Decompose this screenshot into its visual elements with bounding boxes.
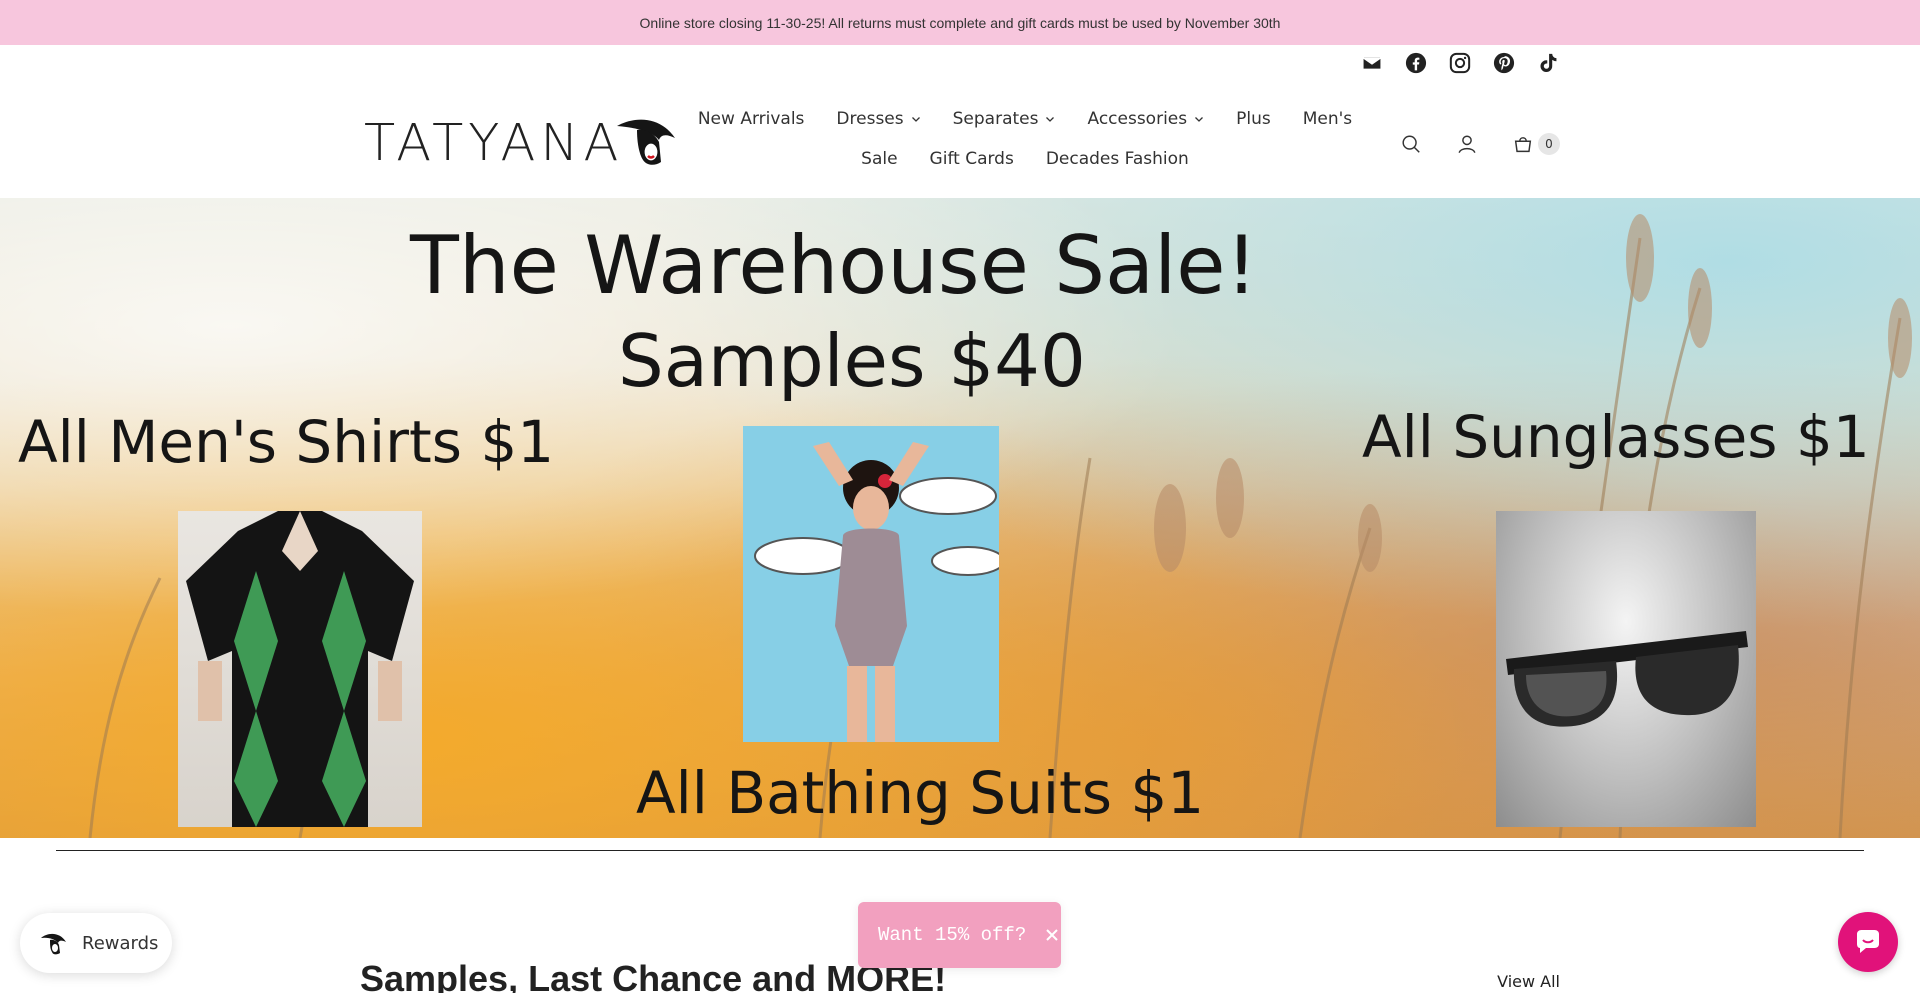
bathing-suit-image: [743, 426, 999, 742]
pinterest-icon[interactable]: [1493, 52, 1515, 74]
search-icon[interactable]: [1398, 131, 1424, 157]
nav-item-dresses[interactable]: Dresses: [820, 109, 936, 129]
brand-name: TATYANA: [364, 113, 624, 173]
header-actions: 0: [1398, 131, 1560, 157]
nav-item-accessories[interactable]: Accessories: [1071, 109, 1220, 129]
facebook-icon[interactable]: [1405, 52, 1427, 74]
rewards-label: Rewards: [82, 932, 159, 954]
hero-subheadline: Samples $40: [618, 319, 1086, 403]
view-all-link[interactable]: View All: [1497, 972, 1560, 991]
chat-icon: [1857, 930, 1879, 953]
chevron-down-icon: [1046, 117, 1055, 122]
hero-label-bathing-suits: All Bathing Suits $1: [636, 759, 1205, 827]
discount-popup[interactable]: Want 15% off?: [858, 902, 1061, 968]
rewards-logo-icon: [41, 933, 66, 955]
cart-count-badge: 0: [1538, 133, 1560, 155]
nav-row-primary: New Arrivals Dresses Separates Accessori…: [698, 99, 1352, 139]
nav-item-mens[interactable]: Men's: [1287, 109, 1368, 129]
section-divider: [56, 850, 1864, 851]
nav-item-plus[interactable]: Plus: [1220, 109, 1287, 129]
cart-icon[interactable]: [1510, 131, 1536, 157]
discount-popup-text: Want 15% off?: [878, 924, 1027, 946]
announcement-text: Online store closing 11-30-25! All retur…: [639, 14, 1281, 31]
tiktok-icon[interactable]: [1537, 52, 1559, 74]
hero-label-sunglasses: All Sunglasses $1: [1362, 403, 1870, 471]
mail-icon[interactable]: [1361, 52, 1383, 74]
nav-item-gift-cards[interactable]: Gift Cards: [914, 149, 1030, 169]
sunglasses-image: [1496, 511, 1756, 827]
rewards-launcher[interactable]: Rewards: [20, 913, 172, 973]
nav-item-sale[interactable]: Sale: [845, 149, 913, 169]
account-icon[interactable]: [1454, 131, 1480, 157]
nav-item-new-arrivals[interactable]: New Arrivals: [682, 109, 821, 129]
chevron-down-icon: [1195, 117, 1204, 122]
instagram-icon[interactable]: [1449, 52, 1471, 74]
logo-hat-icon: [617, 119, 676, 165]
social-links: [1361, 52, 1559, 74]
hero-label-mens-shirts: All Men's Shirts $1: [18, 408, 555, 476]
chat-button[interactable]: [1838, 912, 1898, 972]
close-icon[interactable]: [1044, 927, 1060, 943]
mens-shirt-image: [178, 511, 422, 827]
hero-banner[interactable]: The Warehouse Sale! Samples $40 All Men'…: [0, 198, 1920, 838]
nav-row-secondary: Sale Gift Cards Decades Fashion: [700, 139, 1350, 179]
announcement-bar: Online store closing 11-30-25! All retur…: [0, 0, 1920, 45]
brand-logo[interactable]: TATYANA: [364, 116, 677, 170]
main-nav: New Arrivals Dresses Separates Accessori…: [698, 99, 1352, 179]
chevron-down-icon: [911, 117, 920, 122]
nav-item-decades-fashion[interactable]: Decades Fashion: [1030, 149, 1205, 169]
hero-headline: The Warehouse Sale!: [410, 219, 1258, 312]
nav-item-separates[interactable]: Separates: [937, 109, 1072, 129]
